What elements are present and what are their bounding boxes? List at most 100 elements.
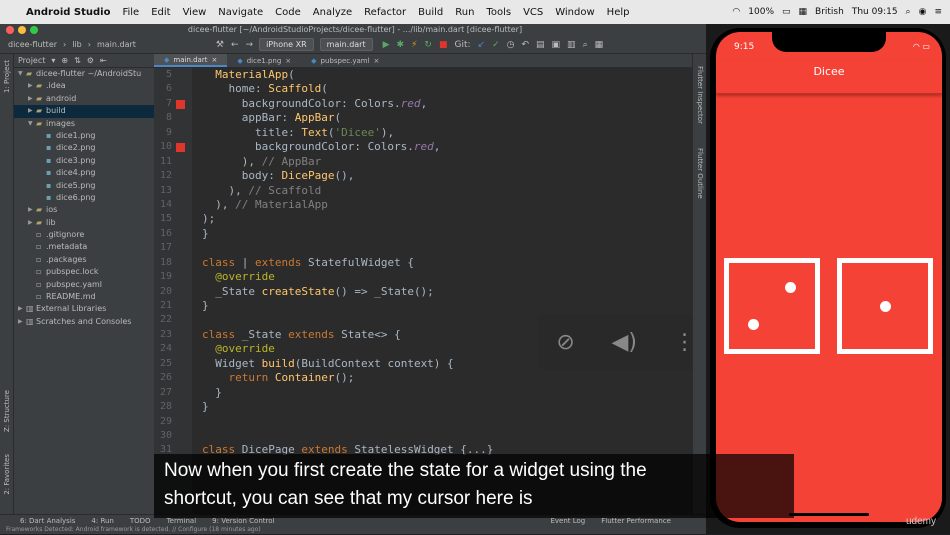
line-number[interactable]: 16	[154, 227, 172, 241]
layout-icon[interactable]: ▦	[595, 40, 604, 50]
device-manager-icon[interactable]: ▣	[552, 40, 561, 50]
line-number[interactable]: 29	[154, 415, 172, 429]
menu-item-analyze[interactable]: Analyze	[313, 7, 352, 18]
line-number[interactable]: 22	[154, 313, 172, 327]
tree-item[interactable]: ▶ ▰ .idea	[14, 80, 154, 92]
tab-pubspec-yaml[interactable]: ◆ pubspec.yaml ×	[301, 54, 389, 67]
git-revert-icon[interactable]: ↶	[521, 40, 529, 50]
menu-item-code[interactable]: Code	[275, 7, 301, 18]
line-number[interactable]: 25	[154, 357, 172, 371]
line-number[interactable]: 30	[154, 429, 172, 443]
locale-text[interactable]: British	[815, 7, 844, 17]
code-line[interactable]: 15);	[154, 212, 692, 226]
wifi-icon[interactable]: ◠	[732, 7, 740, 17]
maximize-window-button[interactable]	[30, 26, 38, 34]
menu-item-build[interactable]: Build	[418, 7, 443, 18]
menu-item-edit[interactable]: Edit	[151, 7, 170, 18]
tree-item[interactable]: ▪ dice4.png	[14, 167, 154, 179]
code-line[interactable]: 20 _State createState() => _State();	[154, 285, 692, 299]
line-number[interactable]: 9	[154, 126, 172, 140]
tree-item[interactable]: ▫ .packages	[14, 254, 154, 266]
menu-item-run[interactable]: Run	[455, 7, 474, 18]
code-line[interactable]: 18 class | extends StatefulWidget {	[154, 256, 692, 270]
chevron-right-icon[interactable]: ▶	[28, 204, 36, 216]
chevron-right-icon[interactable]: ▶	[18, 303, 26, 315]
tree-item[interactable]: ▼ ▰ images	[14, 118, 154, 130]
favorites-tool-tab[interactable]: 2: Favorites	[3, 454, 11, 495]
code-line[interactable]: 10 backgroundColor: Colors.red,	[154, 140, 692, 154]
dice-right[interactable]	[837, 258, 933, 354]
code-line[interactable]: 5 MaterialApp(	[154, 68, 692, 82]
breakpoint-icon[interactable]	[176, 143, 185, 153]
chevron-down-icon[interactable]: ▾	[51, 56, 55, 65]
simulator-screen[interactable]: 9:15 ◠ ▭ Dicee	[716, 32, 942, 522]
git-commit-icon[interactable]: ✓	[492, 40, 500, 50]
close-icon[interactable]: ×	[211, 53, 217, 67]
tool-tab-todo[interactable]: TODO	[130, 517, 151, 525]
chevron-right-icon[interactable]: ▶	[28, 93, 36, 105]
chevron-right-icon[interactable]: ▶	[28, 80, 36, 92]
breadcrumb-file[interactable]: main.dart	[97, 40, 136, 49]
line-number[interactable]: 23	[154, 328, 172, 342]
tree-item[interactable]: ▶ ▥ External Libraries	[14, 303, 154, 315]
menu-item-view[interactable]: View	[183, 7, 207, 18]
menu-item-window[interactable]: Window	[555, 7, 594, 18]
app-name-menu[interactable]: Android Studio	[26, 7, 110, 18]
tree-item[interactable]: ▼ ▰ dicee-flutter ~/AndroidStu	[14, 68, 154, 80]
tool-tab-4-run[interactable]: 4: Run	[91, 517, 113, 525]
code-line[interactable]: 26 return Container();	[154, 371, 692, 385]
breakpoint-icon[interactable]	[176, 99, 185, 109]
line-number[interactable]: 20	[154, 285, 172, 299]
clock-text[interactable]: Thu 09:15	[852, 7, 898, 17]
home-indicator[interactable]	[789, 513, 869, 516]
hot-restart-icon[interactable]: ↻	[424, 40, 432, 50]
code-line[interactable]: 29	[154, 415, 692, 429]
line-number[interactable]: 7	[154, 97, 172, 111]
chevron-right-icon[interactable]: ▶	[28, 217, 36, 229]
code-line[interactable]: 7 backgroundColor: Colors.red,	[154, 97, 692, 111]
menu-item-refactor[interactable]: Refactor	[364, 7, 406, 18]
chevron-down-icon[interactable]: ▼	[28, 118, 36, 130]
debug-icon[interactable]: ✱	[397, 40, 405, 50]
code-line[interactable]: 16}	[154, 227, 692, 241]
code-line[interactable]: 30	[154, 429, 692, 443]
back-arrow-icon[interactable]: ←	[231, 40, 239, 50]
code-area[interactable]: 5 MaterialApp(6 home: Scaffold(7 backgro…	[154, 68, 692, 458]
line-number[interactable]: 10	[154, 140, 172, 154]
line-number[interactable]: 15	[154, 212, 172, 226]
code-line[interactable]: 27 }	[154, 386, 692, 400]
code-line[interactable]: 17	[154, 241, 692, 255]
line-number[interactable]: 19	[154, 270, 172, 284]
line-number[interactable]: 11	[154, 155, 172, 169]
line-number[interactable]: 27	[154, 386, 172, 400]
git-history-icon[interactable]: ◷	[507, 40, 515, 50]
line-number[interactable]: 26	[154, 371, 172, 385]
run-icon[interactable]: ▶	[383, 40, 390, 50]
flutter-outline-tab[interactable]: Flutter Outline	[696, 148, 704, 199]
search-icon[interactable]: ⌕	[906, 7, 911, 17]
line-number[interactable]: 17	[154, 241, 172, 255]
tab-dice1-png[interactable]: ◆ dice1.png ×	[227, 54, 301, 67]
chevron-right-icon[interactable]: ▶	[28, 105, 36, 117]
breadcrumb-project[interactable]: dicee-flutter	[8, 40, 57, 49]
locate-icon[interactable]: ⊕	[61, 56, 68, 65]
stop-icon[interactable]: ■	[439, 40, 448, 50]
line-number[interactable]: 14	[154, 198, 172, 212]
tree-item[interactable]: ▪ dice1.png	[14, 130, 154, 142]
line-number[interactable]: 13	[154, 184, 172, 198]
sdk-manager-icon[interactable]: ▤	[536, 40, 545, 50]
code-line[interactable]: 28}	[154, 400, 692, 414]
git-update-icon[interactable]: ↙	[478, 40, 486, 50]
menu-item-navigate[interactable]: Navigate	[218, 7, 263, 18]
control-center-icon[interactable]: ◉	[919, 7, 927, 17]
battery-text[interactable]: 100%	[748, 7, 774, 17]
tree-item[interactable]: ▪ dice6.png	[14, 192, 154, 204]
code-line[interactable]: 6 home: Scaffold(	[154, 82, 692, 96]
run-config-selector[interactable]: main.dart	[319, 38, 373, 51]
tree-item[interactable]: ▶ ▰ android	[14, 93, 154, 105]
code-line[interactable]: 21}	[154, 299, 692, 313]
line-number[interactable]: 6	[154, 82, 172, 96]
device-selector[interactable]: iPhone XR	[259, 38, 314, 51]
code-line[interactable]: 11 ), // AppBar	[154, 155, 692, 169]
code-line[interactable]: 14 ), // MaterialApp	[154, 198, 692, 212]
